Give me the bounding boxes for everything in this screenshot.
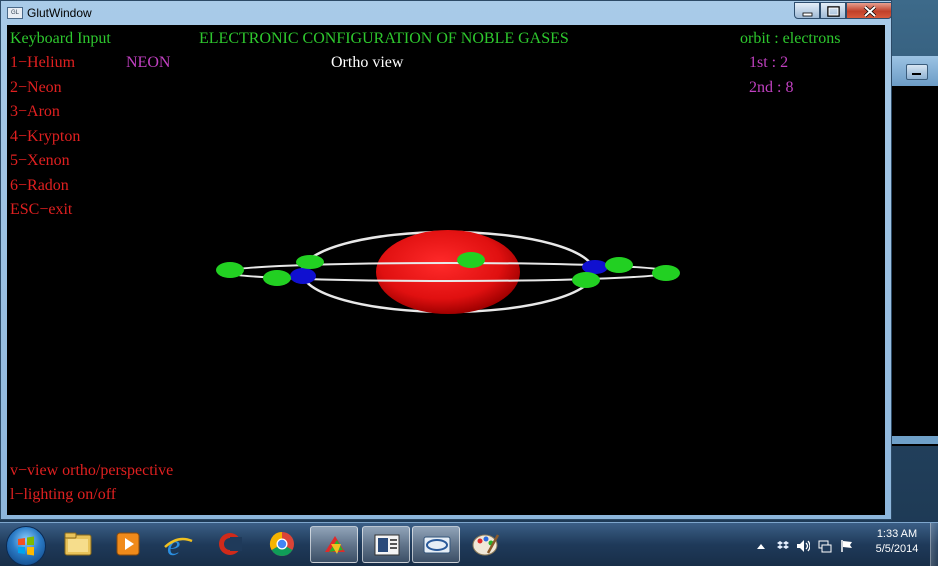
main-title: ELECTRONIC CONFIGURATION OF NOBLE GASES — [199, 30, 569, 47]
window-title: GlutWindow — [27, 6, 92, 20]
electron — [572, 272, 600, 288]
minimize-button[interactable] — [794, 2, 820, 19]
keyboard-heading: Keyboard Input — [10, 30, 111, 47]
orbit-first: 1st : 2 — [749, 54, 789, 71]
background-window-border — [890, 436, 938, 444]
maximize-icon — [827, 6, 840, 17]
ccleaner-icon — [219, 533, 242, 555]
taskbar-paint[interactable] — [462, 526, 510, 563]
taskbar-colorful-app[interactable] — [310, 526, 358, 563]
electron — [652, 265, 680, 281]
paint-icon — [472, 534, 500, 556]
taskbar-ccleaner[interactable] — [206, 526, 254, 563]
minimize-icon — [802, 12, 813, 17]
menu-item-aron: 3−Aron — [10, 103, 60, 120]
show-hidden-icons-icon[interactable] — [754, 539, 768, 553]
minimize-icon[interactable] — [906, 64, 928, 80]
atom-scene — [216, 230, 680, 314]
taskbar-chrome[interactable] — [258, 526, 306, 563]
orbit-second: 2nd : 8 — [749, 79, 794, 96]
taskbar-media-player[interactable] — [104, 526, 152, 563]
taskbar-clock[interactable]: 1:33 AM 5/5/2014 — [862, 527, 932, 557]
taskbar-document-app[interactable] — [362, 526, 410, 563]
dropbox-icon[interactable] — [776, 539, 790, 553]
media-player-icon — [116, 532, 140, 556]
maximize-button[interactable] — [820, 2, 846, 19]
action-center-flag-icon[interactable] — [840, 539, 854, 553]
clock-time: 1:33 AM — [876, 528, 918, 540]
close-button[interactable] — [846, 2, 892, 19]
ie-icon: e — [164, 529, 193, 559]
clock-date: 5/5/2014 — [875, 543, 919, 555]
gl-canvas[interactable]: Keyboard Input ELECTRONIC CONFIGURATION … — [7, 25, 885, 515]
glut-window[interactable]: GL GlutWindow Keyboard Input ELECTRONIC … — [0, 0, 892, 520]
taskbar-internet-explorer[interactable]: e — [154, 526, 202, 563]
menu-item-neon: 2−Neon — [10, 79, 62, 96]
close-icon — [863, 5, 877, 18]
menu-item-helium: 1−Helium — [10, 54, 76, 71]
opengl-icon — [423, 536, 451, 554]
view-mode: Ortho view — [331, 54, 404, 71]
folder-icon — [64, 532, 92, 556]
background-window-titlebar[interactable] — [890, 56, 938, 86]
menu-item-radon: 6−Radon — [10, 177, 69, 194]
network-icon[interactable] — [818, 539, 832, 553]
volume-icon[interactable] — [796, 539, 810, 553]
window-controls — [794, 2, 892, 20]
document-icon — [374, 534, 400, 556]
show-desktop-button[interactable] — [930, 523, 938, 566]
chrome-icon — [269, 532, 294, 557]
electron — [296, 255, 324, 269]
electron — [263, 270, 291, 286]
help-view-toggle: v−view ortho/perspective — [10, 462, 174, 479]
menu-item-krypton: 4−Krypton — [10, 128, 81, 145]
window-titlebar[interactable]: GL GlutWindow — [1, 1, 892, 25]
windows-orb-icon — [18, 536, 34, 556]
taskbar-glut-window[interactable] — [412, 526, 460, 563]
taskbar-explorer[interactable] — [54, 526, 102, 563]
menu-item-exit: ESC−exit — [10, 201, 73, 218]
current-element: NEON — [126, 54, 171, 71]
electron — [605, 257, 633, 273]
start-button[interactable] — [6, 526, 46, 566]
help-lighting-toggle: l−lighting on/off — [10, 486, 117, 503]
background-window[interactable] — [888, 56, 938, 446]
electron-blue-left — [290, 268, 316, 284]
nucleus — [376, 230, 520, 314]
electron — [457, 252, 485, 268]
colorful-app-icon — [325, 536, 345, 554]
electron — [216, 262, 244, 278]
menu-item-xenon: 5−Xenon — [10, 152, 70, 169]
orbit-heading: orbit : electrons — [740, 30, 841, 47]
electron-blue-right — [582, 260, 608, 274]
app-icon: GL — [7, 7, 23, 19]
taskbar: e 1:33 AM 5/5/2014 — [0, 522, 938, 566]
